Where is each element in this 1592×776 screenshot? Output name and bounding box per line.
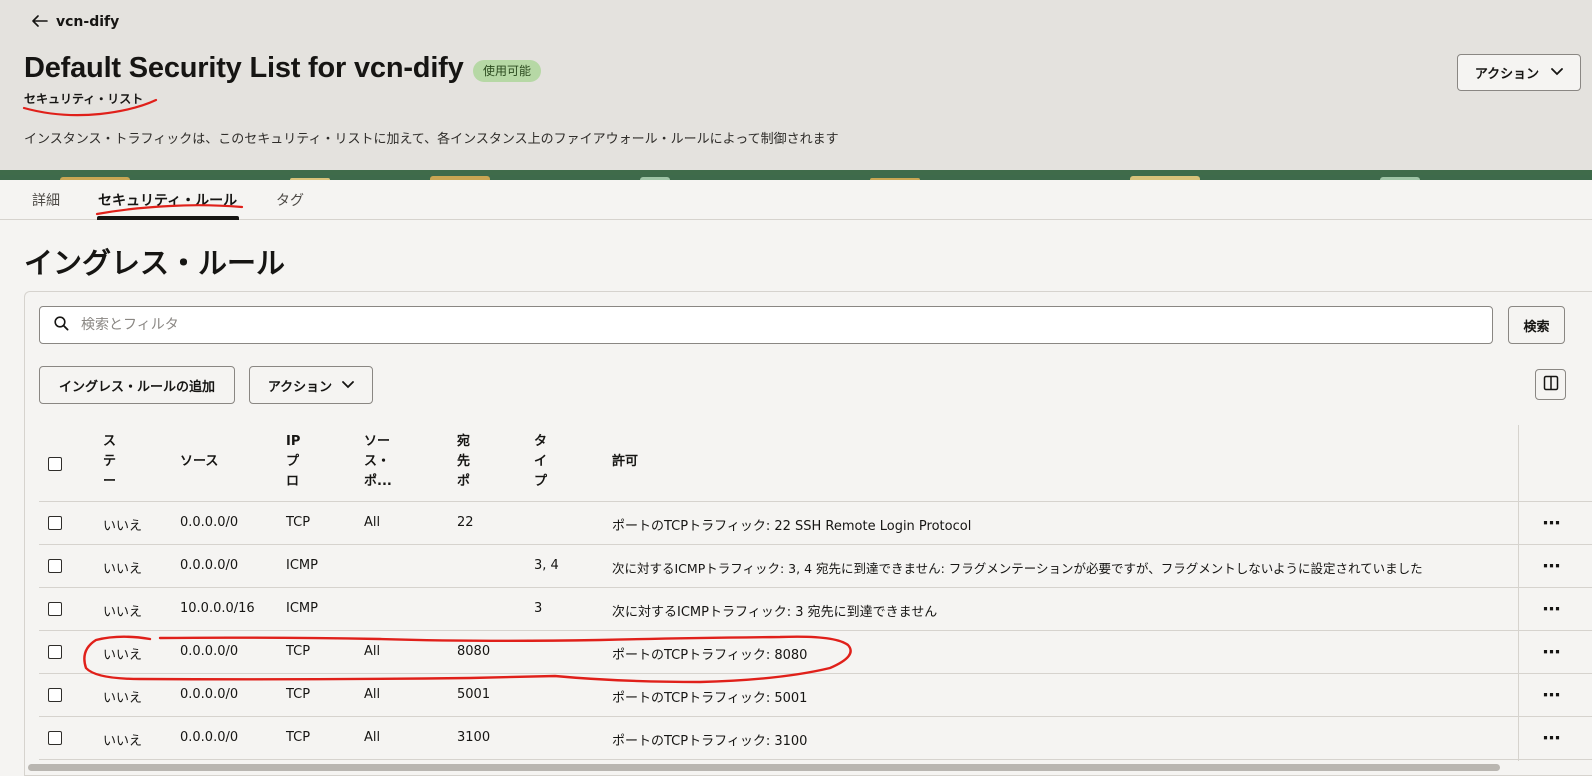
more-horizontal-icon[interactable]: ⋯	[1537, 551, 1567, 581]
cell-protocol: ICMP	[286, 558, 318, 573]
section-title: イングレス・ルール	[24, 246, 286, 280]
search-input[interactable]	[81, 317, 1492, 333]
table-row: いいえ 0.0.0.0/0 ICMP 3, 4 次に対するICMPトラフィック:…	[39, 545, 1592, 588]
horizontal-scrollbar[interactable]	[28, 764, 1500, 771]
column-header-ip-protocol[interactable]: IP プ ロ	[286, 432, 300, 492]
cell-source: 0.0.0.0/0	[180, 730, 239, 745]
page-description: インスタンス・トラフィックは、このセキュリティ・リストに加えて、各インスタンス上…	[24, 132, 839, 147]
column-settings-button[interactable]	[1535, 369, 1566, 400]
cell-state: いいえ	[103, 691, 143, 706]
cell-type: 3	[534, 601, 543, 616]
row-checkbox[interactable]	[48, 516, 62, 530]
cell-source: 0.0.0.0/0	[180, 515, 239, 530]
select-all-checkbox[interactable]	[48, 457, 62, 471]
row-checkbox[interactable]	[48, 602, 62, 616]
cell-source-port: All	[364, 687, 381, 702]
cell-dest-port: 5001	[457, 687, 491, 702]
arrow-left-icon	[32, 12, 48, 31]
cell-source: 10.0.0.0/16	[180, 601, 255, 616]
tab-security-rules[interactable]: セキュリティ・ルール	[98, 190, 237, 210]
cell-source: 0.0.0.0/0	[180, 644, 239, 659]
cell-protocol: ICMP	[286, 601, 318, 616]
cell-state: いいえ	[103, 605, 143, 620]
row-checkbox[interactable]	[48, 688, 62, 702]
search-button[interactable]: 検索	[1508, 306, 1565, 344]
column-header-source[interactable]: ソース	[180, 452, 218, 472]
table-row: いいえ 10.0.0.0/16 ICMP 3 次に対するICMPトラフィック: …	[39, 588, 1592, 631]
more-horizontal-icon[interactable]: ⋯	[1537, 594, 1567, 624]
column-header-allow[interactable]: 許可	[612, 452, 638, 472]
column-header-type[interactable]: タ イ プ	[534, 432, 547, 492]
more-horizontal-icon[interactable]: ⋯	[1537, 508, 1567, 538]
cell-protocol: TCP	[286, 515, 311, 530]
table-row: いいえ 0.0.0.0/0 TCP All 22 ポートのTCPトラフィック: …	[39, 502, 1592, 545]
table-row: いいえ 0.0.0.0/0 TCP All 5001 ポートのTCPトラフィック…	[39, 674, 1592, 717]
table-row: いいえ 0.0.0.0/0 TCP All 3100 ポートのTCPトラフィック…	[39, 717, 1592, 760]
active-tab-indicator	[97, 216, 239, 220]
cell-state: いいえ	[103, 648, 143, 663]
row-checkbox[interactable]	[48, 731, 62, 745]
cell-source-port: All	[364, 730, 381, 745]
cell-dest-port: 22	[457, 515, 474, 530]
cell-allow: ポートのTCPトラフィック: 8080	[612, 648, 808, 663]
cell-protocol: TCP	[286, 644, 311, 659]
cell-source: 0.0.0.0/0	[180, 558, 239, 573]
cell-protocol: TCP	[286, 687, 311, 702]
cell-allow: 次に対するICMPトラフィック: 3 宛先に到達できません	[612, 605, 938, 620]
row-checkbox[interactable]	[48, 645, 62, 659]
tab-details[interactable]: 詳細	[32, 190, 60, 210]
header-actions-button[interactable]: アクション	[1457, 54, 1581, 91]
search-icon	[54, 315, 69, 335]
row-checkbox[interactable]	[48, 559, 62, 573]
chevron-down-icon	[1551, 65, 1564, 80]
more-horizontal-icon[interactable]: ⋯	[1537, 680, 1567, 710]
resource-type-label: セキュリティ・リスト	[24, 92, 144, 106]
cell-state: いいえ	[103, 562, 143, 577]
status-badge: 使用可能	[473, 60, 542, 82]
cell-source-port: All	[364, 644, 381, 659]
more-horizontal-icon[interactable]: ⋯	[1537, 723, 1567, 753]
page-header: vcn-dify Default Security List for vcn-d…	[0, 0, 1592, 170]
decorative-banner	[0, 170, 1592, 180]
search-field[interactable]	[39, 306, 1493, 344]
cell-state: いいえ	[103, 519, 143, 534]
header-actions-label: アクション	[1474, 67, 1540, 82]
cell-type: 3, 4	[534, 558, 559, 573]
cell-allow: ポートのTCPトラフィック: 5001	[612, 691, 808, 706]
cell-allow: ポートのTCPトラフィック: 3100	[612, 734, 808, 749]
cell-source-port: All	[364, 515, 381, 530]
cell-allow: ポートのTCPトラフィック: 22 SSH Remote Login Proto…	[612, 519, 972, 534]
column-header-dest-port[interactable]: 宛 先 ポ	[457, 432, 470, 492]
cell-allow: 次に対するICMPトラフィック: 3, 4 宛先に到達できません: フラグメンテ…	[612, 561, 1423, 576]
page-title: Default Security List for vcn-dify	[24, 52, 464, 84]
back-link[interactable]: vcn-dify	[32, 12, 119, 31]
cell-dest-port: 3100	[457, 730, 491, 745]
more-horizontal-icon[interactable]: ⋯	[1537, 637, 1567, 667]
chevron-down-icon	[342, 378, 355, 393]
cell-source: 0.0.0.0/0	[180, 687, 239, 702]
table-header: ス テ ー ソース IP プ ロ ソー ス・ ポ... 宛 先 ポ タ イ プ …	[39, 425, 1592, 502]
cell-dest-port: 8080	[457, 644, 491, 659]
table-actions-label: アクション	[267, 379, 333, 395]
table-row: いいえ 0.0.0.0/0 TCP All 8080 ポートのTCPトラフィック…	[39, 631, 1592, 674]
columns-icon	[1543, 375, 1559, 395]
column-header-state[interactable]: ス テ ー	[103, 432, 116, 492]
back-link-label: vcn-dify	[56, 13, 120, 30]
column-header-source-port[interactable]: ソー ス・ ポ...	[364, 432, 392, 492]
cell-state: いいえ	[103, 734, 143, 749]
cell-protocol: TCP	[286, 730, 311, 745]
tab-tags[interactable]: タグ	[276, 190, 304, 210]
add-ingress-rule-button[interactable]: イングレス・ルールの追加	[39, 366, 235, 404]
tab-bar: 詳細 セキュリティ・ルール タグ	[0, 180, 1592, 220]
table-actions-button[interactable]: アクション	[249, 366, 373, 404]
